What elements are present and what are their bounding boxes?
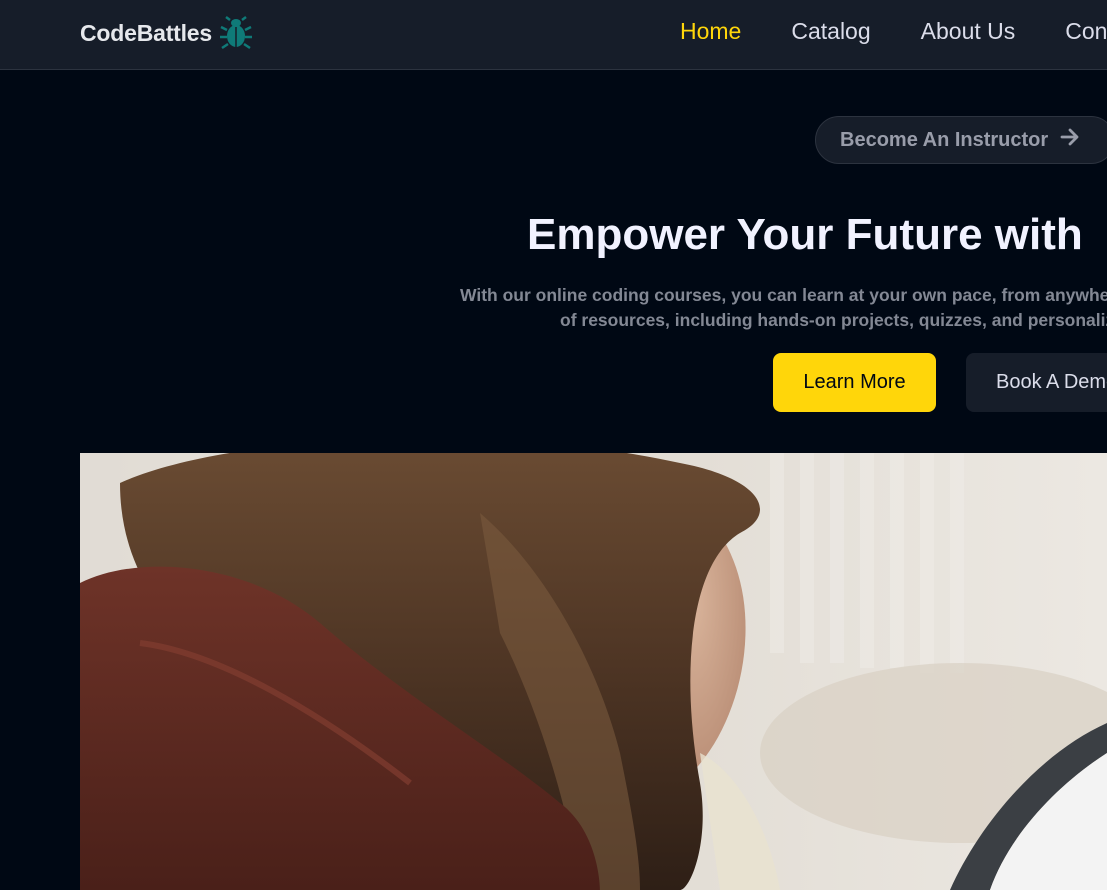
nav-links: Home Catalog About Us Cont — [680, 18, 1107, 45]
book-demo-button[interactable]: Book A Demo — [966, 353, 1107, 412]
bug-icon — [220, 16, 252, 50]
navbar: CodeBattles Home Catalog About Us Con — [0, 0, 1107, 70]
logo-text: CodeBattles — [80, 19, 212, 46]
nav-link-contact[interactable]: Cont — [1065, 18, 1107, 45]
nav-link-home[interactable]: Home — [680, 18, 741, 45]
nav-link-catalog[interactable]: Catalog — [791, 18, 870, 45]
logo[interactable]: CodeBattles — [80, 16, 252, 50]
arrow-right-icon — [1060, 128, 1080, 152]
nav-link-about-us[interactable]: About Us — [921, 18, 1016, 45]
learn-more-button[interactable]: Learn More — [773, 353, 936, 412]
hero-subtitle-line-2: of resources, including hands-on project… — [560, 310, 1107, 330]
hero-subtitle-line-1: With our online coding courses, you can … — [460, 285, 1107, 305]
become-instructor-label: Become An Instructor — [840, 128, 1049, 151]
hero-video[interactable] — [80, 453, 1107, 890]
become-instructor-button[interactable]: Become An Instructor — [815, 116, 1107, 164]
hero-video-frame — [80, 453, 1107, 890]
hero-title: Empower Your Future with — [527, 210, 1083, 259]
